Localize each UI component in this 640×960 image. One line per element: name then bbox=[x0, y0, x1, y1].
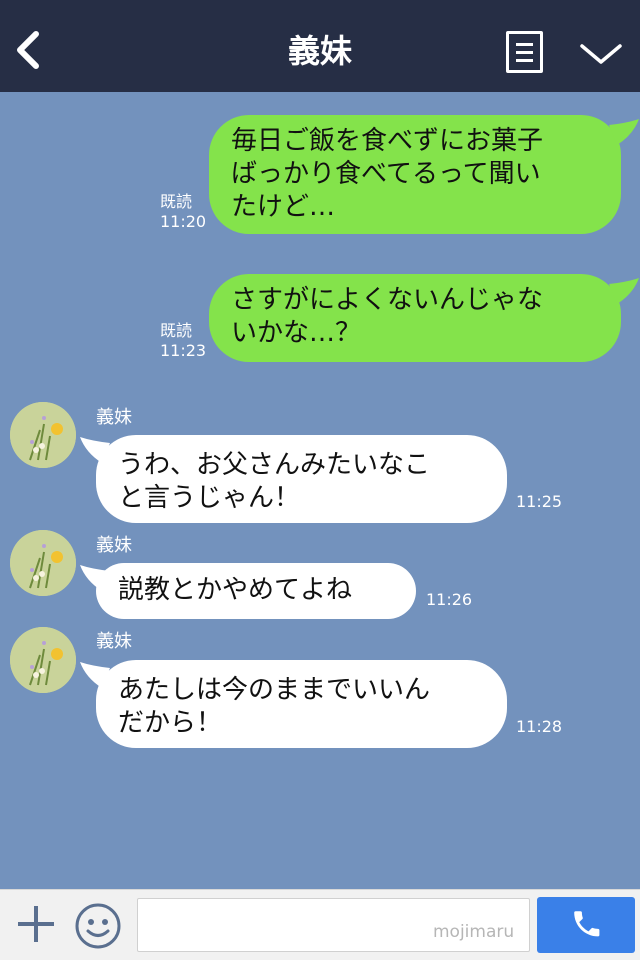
bubble-tail bbox=[80, 437, 110, 463]
message-line: あたしは今のままでいいん bbox=[118, 675, 431, 705]
flower-avatar-icon bbox=[10, 627, 76, 693]
bubble-tail bbox=[609, 278, 639, 304]
message-line: いかな…？ bbox=[231, 318, 362, 348]
sender-name: 義妹 bbox=[96, 535, 132, 556]
call-button[interactable] bbox=[537, 897, 635, 953]
message-line: 毎日ご飯を食べずにお菓子 bbox=[231, 126, 544, 156]
bubble-tail bbox=[80, 565, 110, 591]
outgoing-message[interactable]: 毎日ご飯を食べずにお菓子 ばっかり食べてるって聞い たけど… bbox=[209, 115, 639, 234]
read-label: 既読 bbox=[160, 321, 193, 340]
read-receipt: 既読 11:20 bbox=[160, 192, 206, 232]
menu-button[interactable] bbox=[506, 31, 543, 73]
read-label: 既読 bbox=[160, 192, 193, 211]
input-bar: mojimaru bbox=[0, 889, 640, 960]
flower-avatar-icon bbox=[10, 402, 76, 468]
plus-icon bbox=[18, 906, 54, 942]
message-line: 説教とかやめてよね bbox=[118, 575, 353, 605]
smiley-icon bbox=[75, 903, 121, 949]
watermark: mojimaru bbox=[433, 922, 515, 942]
avatar[interactable] bbox=[10, 530, 76, 596]
message-line: うわ、お父さんみたいなこ bbox=[118, 450, 431, 480]
emoji-button[interactable] bbox=[74, 902, 122, 950]
sender-name: 義妹 bbox=[96, 631, 132, 652]
phone-icon bbox=[574, 911, 600, 937]
attach-button[interactable] bbox=[16, 904, 56, 944]
message-time: 11:26 bbox=[426, 590, 473, 609]
read-receipt: 既読 11:23 bbox=[160, 321, 206, 361]
incoming-message[interactable]: 説教とかやめてよね bbox=[80, 563, 416, 619]
chat-area[interactable]: 毎日ご飯を食べずにお菓子 ばっかり食べてるって聞い たけど… 既読 11:20 … bbox=[0, 92, 640, 889]
message-line: たけど… bbox=[231, 192, 336, 222]
bubble-tail bbox=[80, 662, 110, 688]
message-line: だから！ bbox=[118, 708, 223, 738]
outgoing-message[interactable]: さすがによくないんじゃな いかな…？ bbox=[209, 274, 639, 362]
message-line: ばっかり食べてるって聞い bbox=[231, 159, 541, 189]
flower-avatar-icon bbox=[10, 530, 76, 596]
chevron-down-icon bbox=[580, 44, 622, 64]
incoming-message[interactable]: うわ、お父さんみたいなこ と言うじゃん！ bbox=[80, 435, 507, 523]
chat-title: 義妹 bbox=[287, 32, 352, 70]
message-time: 11:20 bbox=[160, 212, 207, 231]
message-line: と言うじゃん！ bbox=[118, 483, 301, 513]
sender-name: 義妹 bbox=[96, 407, 132, 428]
message-time: 11:25 bbox=[516, 492, 563, 511]
message-time: 11:28 bbox=[516, 717, 563, 736]
bubble-tail bbox=[609, 119, 639, 145]
chat-header: 義妹 bbox=[0, 0, 640, 92]
avatar[interactable] bbox=[10, 627, 76, 693]
collapse-button[interactable] bbox=[578, 36, 624, 70]
avatar[interactable] bbox=[10, 402, 76, 468]
incoming-message[interactable]: あたしは今のままでいいん だから！ bbox=[80, 660, 507, 748]
message-line: さすがによくないんじゃな bbox=[231, 285, 544, 315]
message-time: 11:23 bbox=[160, 341, 207, 360]
